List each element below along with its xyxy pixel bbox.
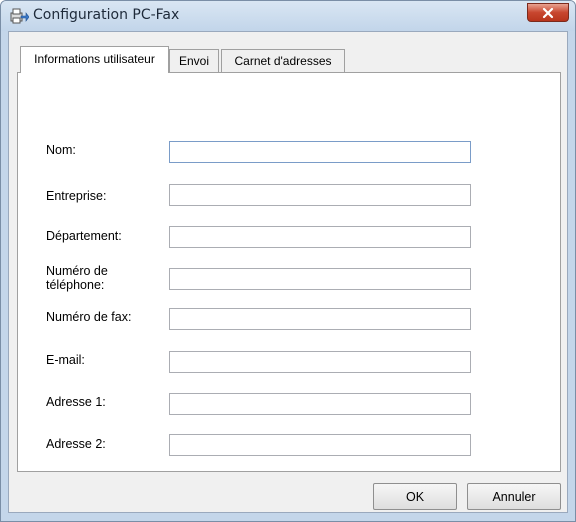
phone-label-line1: Numéro de <box>46 264 108 278</box>
address2-label: Adresse 2: <box>46 437 106 451</box>
department-label: Département: <box>46 229 122 243</box>
phone-label-line2: téléphone: <box>46 278 105 292</box>
window-title: Configuration PC-Fax <box>33 7 180 23</box>
email-input[interactable] <box>169 351 471 373</box>
close-icon <box>542 7 554 18</box>
department-input[interactable] <box>169 226 471 248</box>
address1-input[interactable] <box>169 393 471 415</box>
phone-input[interactable] <box>169 268 471 290</box>
user-info-panel: Nom: Entreprise: Département: Numéro de … <box>17 72 561 472</box>
tab-carnet-adresses[interactable]: Carnet d'adresses <box>221 49 345 73</box>
email-label: E-mail: <box>46 353 85 367</box>
name-input[interactable] <box>169 141 471 163</box>
fax-input[interactable] <box>169 308 471 330</box>
cancel-button[interactable]: Annuler <box>467 483 561 510</box>
fax-printer-icon <box>9 6 30 26</box>
company-label: Entreprise: <box>46 189 107 203</box>
fax-label: Numéro de fax: <box>46 310 132 324</box>
company-input[interactable] <box>169 184 471 206</box>
dialog-body: Informations utilisateur Envoi Carnet d'… <box>8 31 568 513</box>
tab-envoi[interactable]: Envoi <box>169 49 219 73</box>
ok-button[interactable]: OK <box>373 483 457 510</box>
title-bar[interactable]: Configuration PC-Fax <box>1 1 575 31</box>
address2-input[interactable] <box>169 434 471 456</box>
name-label: Nom: <box>46 143 76 157</box>
pc-fax-config-window: Configuration PC-Fax Informations utilis… <box>0 0 576 522</box>
close-button[interactable] <box>527 3 569 22</box>
tab-informations-utilisateur[interactable]: Informations utilisateur <box>20 46 169 73</box>
address1-label: Adresse 1: <box>46 395 106 409</box>
